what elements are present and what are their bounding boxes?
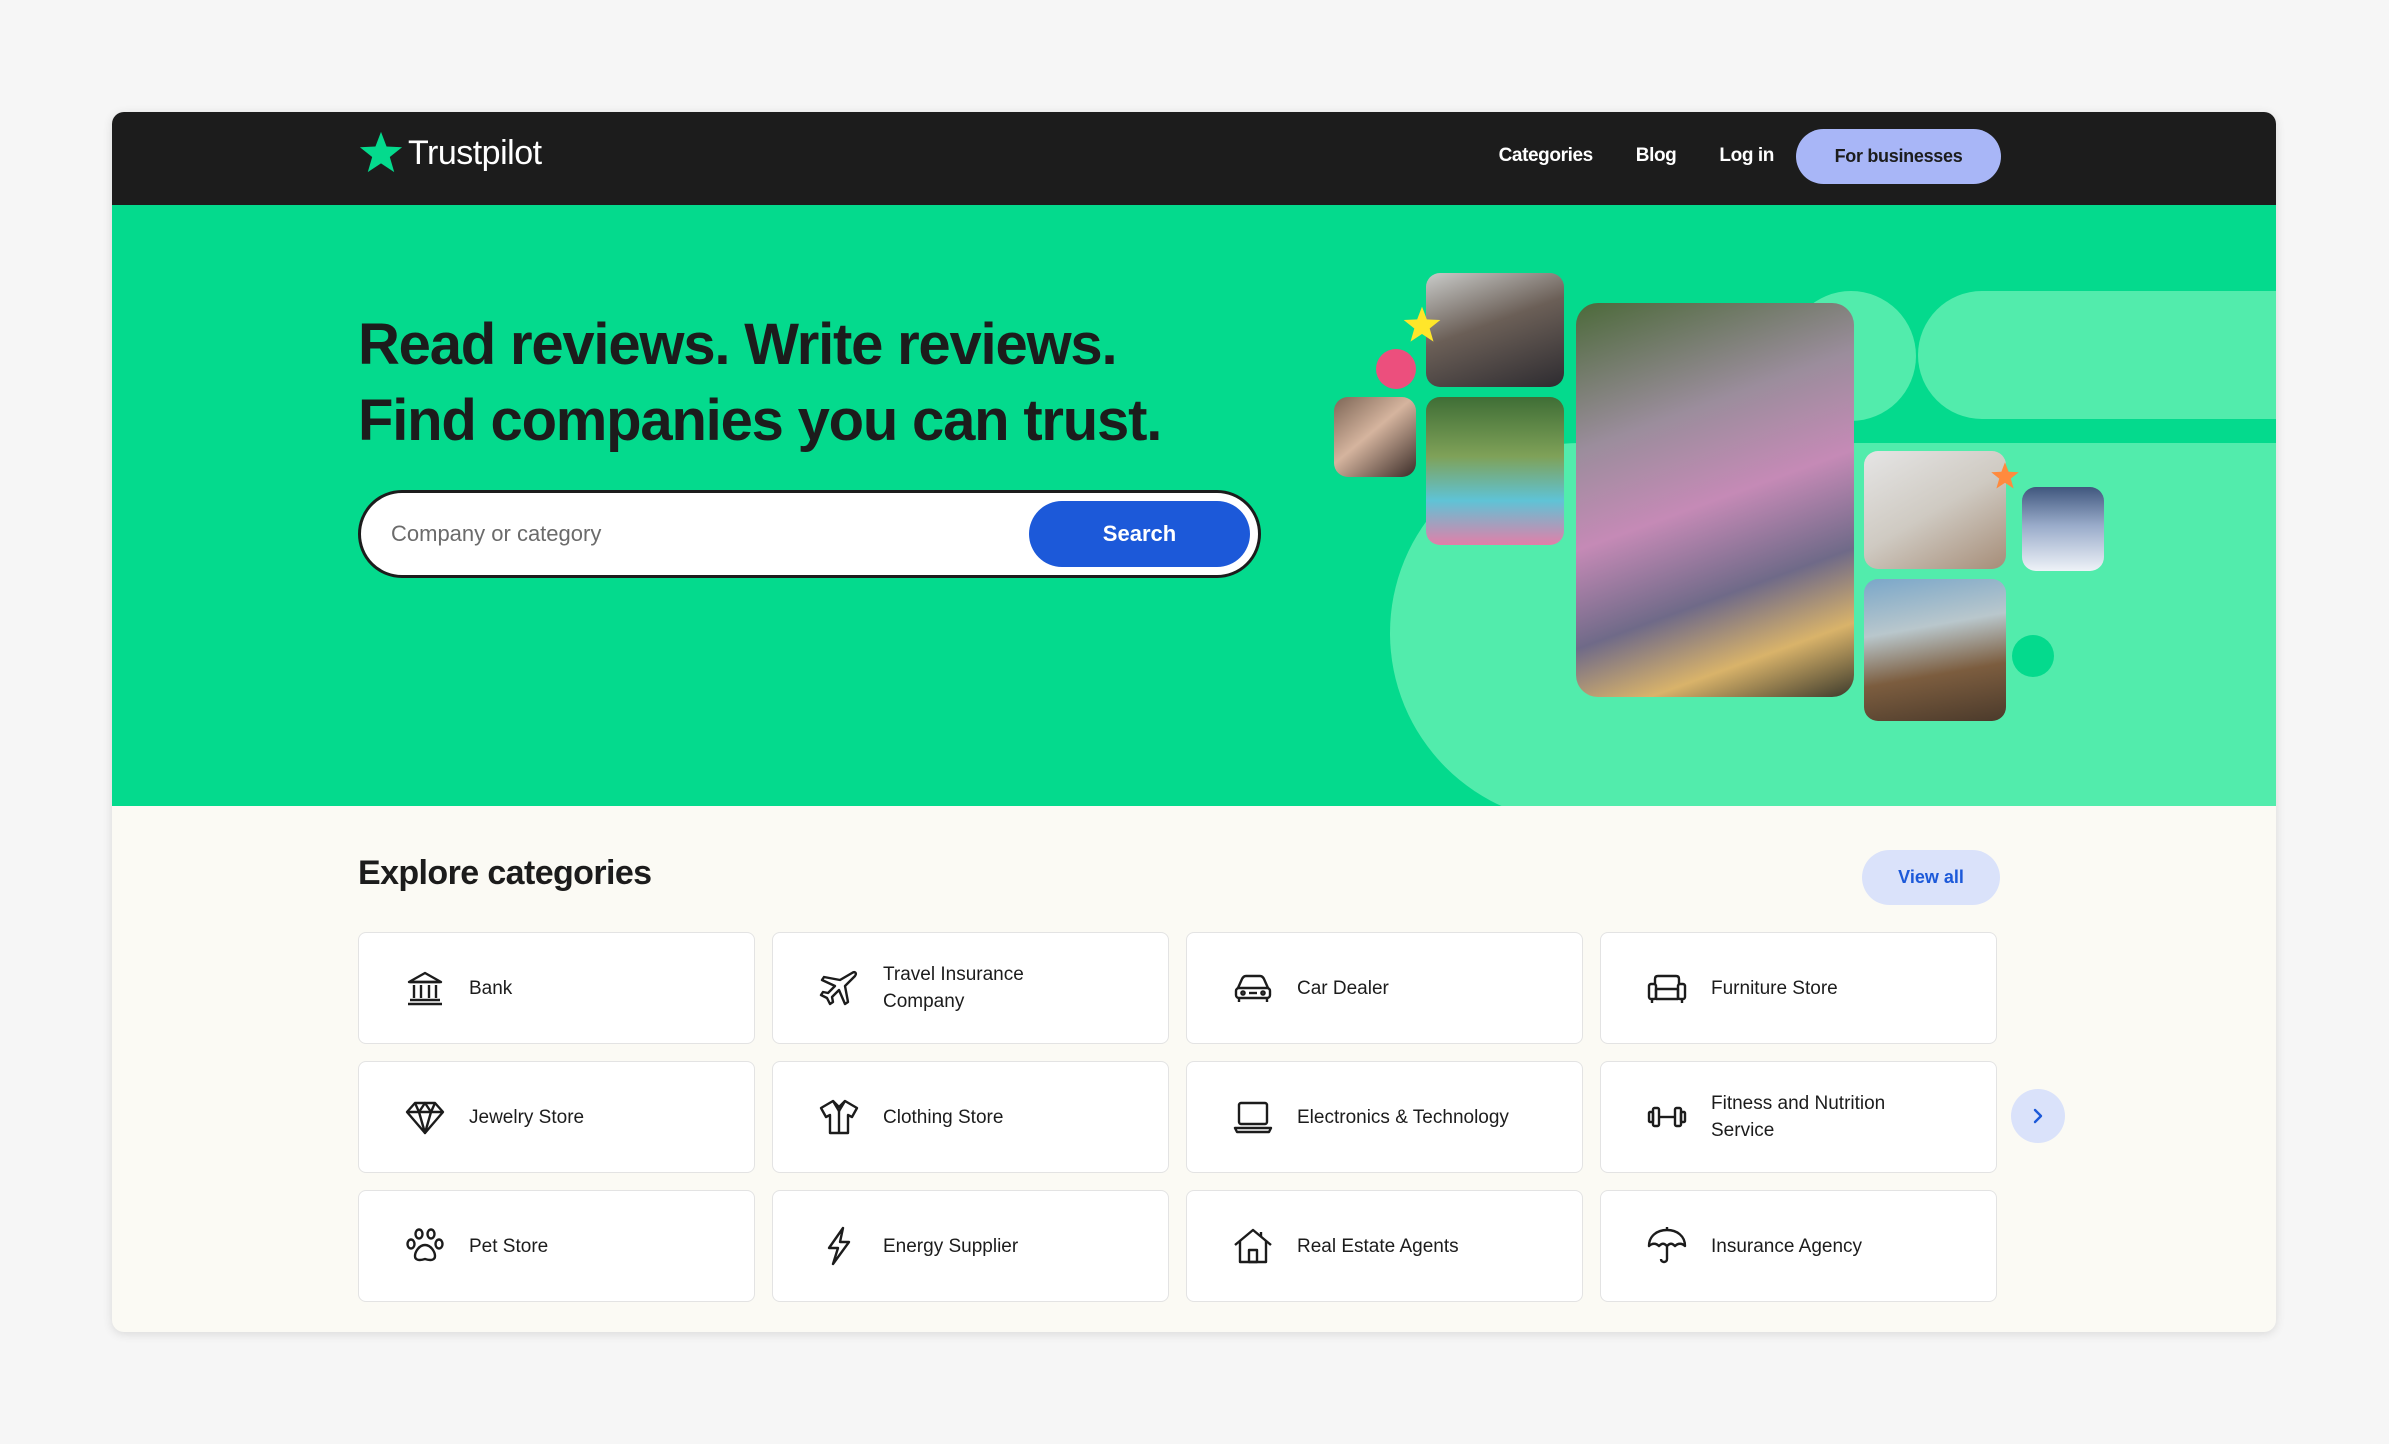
hero-title-line2: Find companies you can trust.: [358, 388, 1162, 453]
category-clothing-store[interactable]: Clothing Store: [772, 1061, 1169, 1173]
category-label: Jewelry Store: [469, 1106, 585, 1128]
category-car-dealer[interactable]: Car Dealer: [1186, 932, 1583, 1044]
umbrella-icon: [1647, 1227, 1687, 1264]
nav-blog-link[interactable]: Blog: [1636, 145, 1677, 167]
photo-flower-shop: [1576, 303, 1854, 697]
category-label: Electronics & Technology: [1297, 1106, 1509, 1128]
shirt-icon: [819, 1099, 859, 1135]
category-furniture-store[interactable]: Furniture Store: [1600, 932, 1997, 1044]
logo-text: Trustpilot: [408, 133, 542, 172]
category-real-estate[interactable]: Real Estate Agents: [1186, 1190, 1583, 1302]
category-label: Car Dealer: [1297, 977, 1389, 999]
house-icon: [1234, 1228, 1272, 1264]
laptop-icon: [1233, 1101, 1273, 1134]
category-label: Real Estate Agents: [1297, 1235, 1459, 1257]
category-fitness-nutrition[interactable]: Fitness and Nutrition Service: [1600, 1061, 1997, 1173]
airplane-icon: [819, 971, 857, 1006]
category-label: Fitness and Nutrition Service: [1711, 1093, 1886, 1141]
diamond-icon: [405, 1101, 445, 1135]
hero-title: Read reviews. Write reviews. Find compan…: [358, 307, 1162, 459]
category-label: Pet Store: [469, 1235, 549, 1257]
category-label: Clothing Store: [883, 1106, 1004, 1128]
photo-selfie: [1864, 579, 2006, 721]
top-navbar: Trustpilot Categories Blog Log in For bu…: [112, 112, 2276, 205]
car-icon: [1234, 974, 1272, 1002]
explore-categories-title: Explore categories: [358, 854, 652, 892]
blob-top-right: [1918, 291, 2276, 419]
nav-login-link[interactable]: Log in: [1719, 145, 1774, 167]
yellow-star-icon: [1403, 306, 1441, 342]
category-insurance-agency[interactable]: Insurance Agency: [1600, 1190, 1997, 1302]
search-box: Search: [358, 490, 1261, 578]
categories-grid: Bank Travel Insurance Company Car Dealer: [358, 932, 1997, 1302]
browser-page: Trustpilot Categories Blog Log in For bu…: [112, 112, 2276, 1332]
hero-title-line1: Read reviews. Write reviews.: [358, 312, 1118, 377]
sofa-icon: [1647, 974, 1687, 1003]
category-jewelry-store[interactable]: Jewelry Store: [358, 1061, 755, 1173]
view-all-button[interactable]: View all: [1862, 850, 2000, 905]
search-button[interactable]: Search: [1029, 501, 1250, 567]
chevron-right-icon: [2033, 1108, 2043, 1124]
category-label: Insurance Agency: [1711, 1235, 1863, 1257]
category-label: Energy Supplier: [883, 1235, 1019, 1257]
dumbbell-icon: [1647, 1106, 1687, 1128]
bank-icon: [407, 971, 443, 1006]
green-dot: [2012, 635, 2054, 677]
category-label: Furniture Store: [1711, 977, 1838, 999]
for-businesses-button[interactable]: For businesses: [1796, 128, 2001, 184]
star-logo-icon: [359, 131, 403, 173]
photo-meeting: [1426, 273, 1564, 387]
nav-links: Categories Blog Log in For businesses: [1499, 128, 2001, 184]
trustpilot-logo[interactable]: Trustpilot: [358, 130, 542, 176]
category-energy-supplier[interactable]: Energy Supplier: [772, 1190, 1169, 1302]
category-pet-store[interactable]: Pet Store: [358, 1190, 755, 1302]
category-bank[interactable]: Bank: [358, 932, 755, 1044]
photo-snow: [2022, 487, 2104, 571]
nav-categories-link[interactable]: Categories: [1499, 145, 1594, 167]
categories-next-button[interactable]: [2011, 1089, 2065, 1143]
category-label: Bank: [469, 977, 513, 999]
photo-couple: [1334, 397, 1416, 477]
category-label: Travel Insurance Company: [883, 964, 1024, 1012]
orange-star-icon: [1991, 462, 2019, 489]
paw-icon: [406, 1228, 444, 1262]
category-travel-insurance[interactable]: Travel Insurance Company: [772, 932, 1169, 1044]
pink-dot: [1376, 349, 1416, 389]
lightning-icon: [827, 1226, 851, 1266]
search-input[interactable]: [391, 511, 991, 557]
category-electronics[interactable]: Electronics & Technology: [1186, 1061, 1583, 1173]
hero-section: Read reviews. Write reviews. Find compan…: [112, 205, 2276, 806]
photo-pool: [1426, 397, 1564, 545]
photo-shelf: [1864, 451, 2006, 569]
